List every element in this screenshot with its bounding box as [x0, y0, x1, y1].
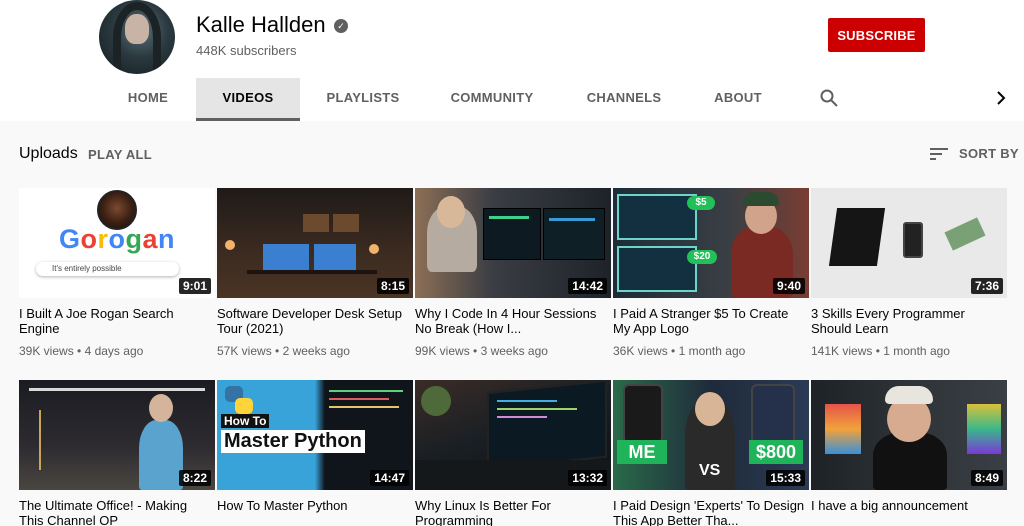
video-thumbnail[interactable]: 14:42 [415, 188, 611, 298]
video-card[interactable]: Gorogan It's entirely possible 9:01 I Bu… [19, 188, 215, 358]
video-thumbnail[interactable]: ME VS $800 15:33 [613, 380, 809, 490]
video-card[interactable]: 8:22 The Ultimate Office! - Making This … [19, 380, 215, 526]
search-icon[interactable] [820, 89, 838, 107]
video-title[interactable]: The Ultimate Office! - Making This Chann… [19, 498, 215, 526]
video-thumbnail[interactable]: $5 $20 9:40 [613, 188, 809, 298]
video-thumbnail[interactable]: 7:36 [811, 188, 1007, 298]
channel-name: Kalle Hallden [196, 12, 326, 37]
video-title[interactable]: I have a big announcement [811, 498, 1007, 526]
thumbnail-label-price: $800 [749, 440, 803, 464]
video-duration: 8:49 [970, 470, 1003, 486]
tab-about[interactable]: ABOUT [708, 78, 768, 121]
video-thumbnail[interactable]: Gorogan It's entirely possible 9:01 [19, 188, 215, 298]
video-meta: 99K views • 3 weeks ago [415, 344, 548, 358]
video-duration: 9:40 [772, 278, 805, 294]
video-title[interactable]: 3 Skills Every Programmer Should Learn [811, 306, 1007, 336]
thumbnail-logo-text: Gorogan [58, 224, 176, 254]
video-title[interactable]: I Paid Design 'Experts' To Design This A… [613, 498, 809, 526]
python-logo-icon [225, 386, 253, 414]
video-thumbnail[interactable]: 8:49 [811, 380, 1007, 490]
thumbnail-text-small: How To [221, 414, 270, 428]
video-duration: 15:33 [766, 470, 805, 486]
video-card[interactable]: 13:32 Why Linux Is Better For Programmin… [415, 380, 611, 526]
video-duration: 9:01 [178, 278, 211, 294]
sort-icon[interactable] [930, 147, 948, 161]
thumbnail-search-bar: It's entirely possible [36, 262, 179, 276]
video-meta: 141K views • 1 month ago [811, 344, 950, 358]
tab-playlists[interactable]: PLAYLISTS [320, 78, 406, 121]
channel-avatar[interactable] [99, 0, 175, 74]
thumbnail-label-vs: VS [699, 462, 721, 479]
channel-header: Kalle Hallden ✓ 448K subscribers SUBSCRI… [0, 0, 1024, 121]
video-duration: 14:47 [370, 470, 409, 486]
video-card[interactable]: 8:49 I have a big announcement [811, 380, 1007, 526]
video-card[interactable]: 14:42 Why I Code In 4 Hour Sessions No B… [415, 188, 611, 358]
video-duration: 13:32 [568, 470, 607, 486]
video-card[interactable]: How To Master Python 14:47 How To Master… [217, 380, 413, 526]
video-duration: 7:36 [970, 278, 1003, 294]
tab-home[interactable]: HOME [117, 78, 179, 121]
video-duration: 14:42 [568, 278, 607, 294]
video-title[interactable]: Why I Code In 4 Hour Sessions No Break (… [415, 306, 611, 336]
video-title[interactable]: How To Master Python [217, 498, 413, 526]
video-thumbnail[interactable]: 8:15 [217, 188, 413, 298]
verified-icon: ✓ [334, 19, 348, 33]
video-meta: 36K views • 1 month ago [613, 344, 746, 358]
video-card[interactable]: 8:15 Software Developer Desk Setup Tour … [217, 188, 413, 358]
video-meta: 57K views • 2 weeks ago [217, 344, 350, 358]
play-all-button[interactable]: PLAY ALL [88, 147, 152, 162]
video-thumbnail[interactable]: 8:22 [19, 380, 215, 490]
video-title[interactable]: I Built A Joe Rogan Search Engine [19, 306, 215, 336]
chevron-right-icon[interactable] [994, 90, 1008, 106]
subscriber-count: 448K subscribers [196, 43, 297, 58]
video-duration: 8:15 [376, 278, 409, 294]
video-thumbnail[interactable]: 13:32 [415, 380, 611, 490]
video-card[interactable]: ME VS $800 15:33 I Paid Design 'Experts'… [613, 380, 809, 526]
thumbnail-label-me: ME [617, 440, 667, 464]
tab-channels[interactable]: CHANNELS [580, 78, 668, 121]
price-badge: $20 [687, 250, 717, 264]
video-thumbnail[interactable]: How To Master Python 14:47 [217, 380, 413, 490]
video-title[interactable]: I Paid A Stranger $5 To Create My App Lo… [613, 306, 809, 336]
video-title[interactable]: Software Developer Desk Setup Tour (2021… [217, 306, 413, 336]
video-card[interactable]: $5 $20 9:40 I Paid A Stranger $5 To Crea… [613, 188, 809, 358]
uploads-heading: Uploads [19, 145, 78, 162]
video-title[interactable]: Why Linux Is Better For Programming [415, 498, 611, 526]
sort-by-button[interactable]: SORT BY [959, 146, 1019, 161]
thumbnail-text-big: Master Python [221, 430, 365, 453]
tab-videos[interactable]: VIDEOS [196, 78, 300, 121]
video-meta: 39K views • 4 days ago [19, 344, 144, 358]
tab-community[interactable]: COMMUNITY [444, 78, 540, 121]
video-card[interactable]: 7:36 3 Skills Every Programmer Should Le… [811, 188, 1007, 358]
price-badge: $5 [687, 196, 715, 210]
subscribe-button[interactable]: SUBSCRIBE [828, 18, 925, 52]
video-duration: 8:22 [178, 470, 211, 486]
